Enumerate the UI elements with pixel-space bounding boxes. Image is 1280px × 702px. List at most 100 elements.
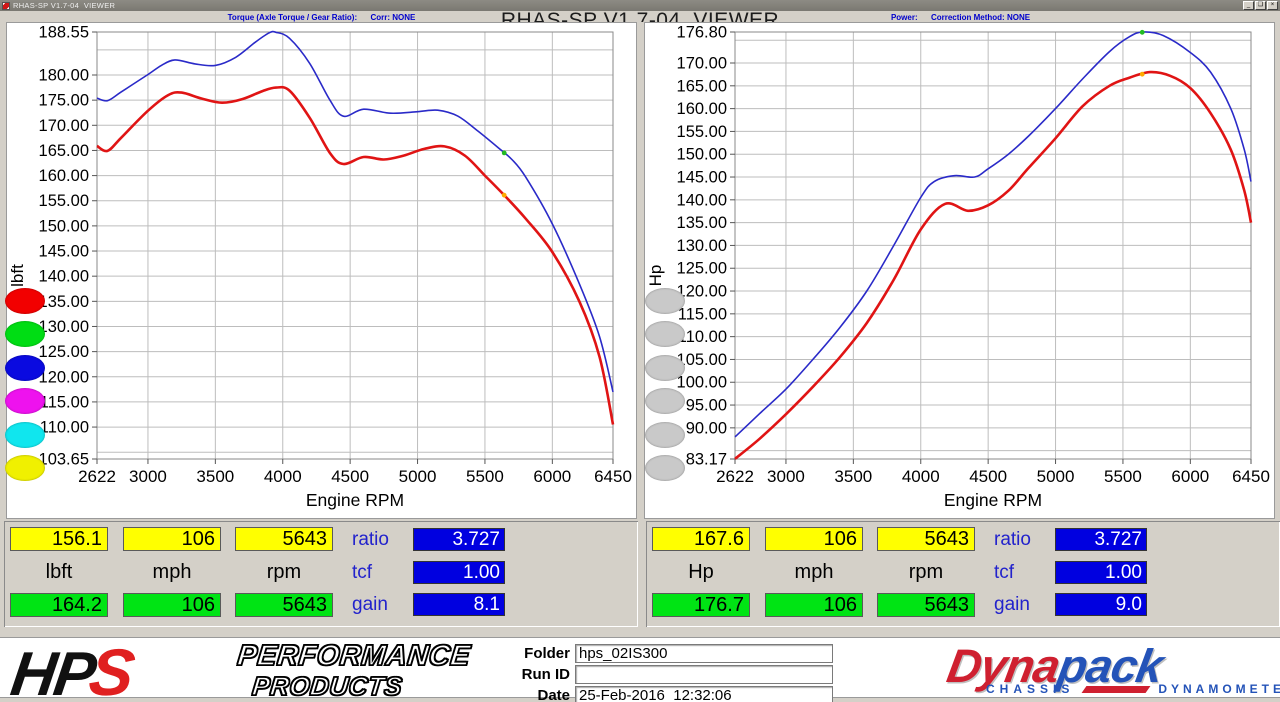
run-select-oval[interactable] <box>645 421 685 448</box>
run-select-oval[interactable] <box>5 388 45 415</box>
tcf-value: 1.00 <box>413 561 505 584</box>
hps-logo: HPS <box>7 634 140 702</box>
hps-tagline: PERFORMANCE PRODUCTS <box>233 639 473 702</box>
svg-text:5500: 5500 <box>466 467 504 486</box>
svg-text:4000: 4000 <box>902 467 940 486</box>
svg-text:4500: 4500 <box>969 467 1007 486</box>
svg-text:140.00: 140.00 <box>677 191 727 209</box>
svg-text:135.00: 135.00 <box>39 293 89 311</box>
svg-text:115.00: 115.00 <box>40 393 89 411</box>
svg-text:176.80: 176.80 <box>677 24 727 42</box>
run-id-input[interactable] <box>575 664 833 684</box>
svg-text:4000: 4000 <box>264 467 302 486</box>
svg-text:3000: 3000 <box>767 467 805 486</box>
svg-text:103.65: 103.65 <box>39 451 89 469</box>
folder-input[interactable] <box>575 643 833 663</box>
run-select-oval[interactable] <box>5 354 45 381</box>
ratio-value: 3.727 <box>413 528 505 551</box>
svg-text:2622: 2622 <box>78 467 116 486</box>
svg-text:5000: 5000 <box>1037 467 1075 486</box>
svg-text:135.00: 135.00 <box>677 214 727 232</box>
torque-unit-label: lbft <box>45 561 73 583</box>
torque-gain-value: 164.2 <box>10 593 108 617</box>
plot: 176.80 170.00 165.00 160.00 155.00 150.00 145.… <box>646 24 1270 511</box>
run-select-oval[interactable] <box>645 354 685 381</box>
cursor-marker <box>1139 71 1145 77</box>
svg-text:125.00: 125.00 <box>677 260 727 278</box>
svg-text:5500: 5500 <box>1104 467 1142 486</box>
rpm-unit-label: rpm <box>908 561 944 583</box>
cursor-marker <box>501 192 507 198</box>
svg-text:120.00: 120.00 <box>39 368 89 386</box>
torque-chart: 188.55 180.00 175.00 170.00 165.00 160.00 155.… <box>6 22 637 519</box>
svg-text:130.00: 130.00 <box>39 318 89 336</box>
date-label: Date <box>537 686 570 702</box>
gain-label: gain <box>994 594 1030 615</box>
current-run-torque <box>96 85 615 425</box>
run-select-oval[interactable] <box>645 388 685 415</box>
gain-run-power <box>734 31 1252 438</box>
rpm-unit-label: rpm <box>266 561 302 583</box>
power-chart: 176.80 170.00 165.00 160.00 155.00 150.00 145.… <box>644 22 1275 519</box>
gain-label: gain <box>352 594 388 615</box>
svg-text:155.00: 155.00 <box>39 192 89 210</box>
svg-text:6450: 6450 <box>1232 467 1270 486</box>
torque-cursor-speed: 106 <box>123 527 221 551</box>
footer-bar: HPS PERFORMANCE PRODUCTS Folder Run ID D… <box>0 635 1280 702</box>
current-run-power <box>734 70 1253 460</box>
torque-cursor-rpm: 5643 <box>235 527 333 551</box>
svg-text:175.00: 175.00 <box>39 92 89 110</box>
svg-text:180.00: 180.00 <box>39 67 89 85</box>
ratio-value: 3.727 <box>1055 528 1147 551</box>
plot: 188.55 180.00 175.00 170.00 165.00 160.00 155.… <box>8 24 632 511</box>
gain-value: 9.0 <box>1055 593 1147 616</box>
svg-text:3000: 3000 <box>129 467 167 486</box>
power-chart-header: Power: Correction Method: NONE <box>890 13 1031 22</box>
date-input[interactable] <box>575 685 833 702</box>
run-select-oval[interactable] <box>645 288 685 314</box>
svg-text:160.00: 160.00 <box>39 167 89 185</box>
svg-text:6000: 6000 <box>533 467 571 486</box>
svg-text:6450: 6450 <box>594 467 632 486</box>
ratio-label: ratio <box>994 529 1031 550</box>
hps-logo-s: S <box>84 635 140 702</box>
cursor-marker <box>1139 29 1145 35</box>
y-axis-label: Hp <box>646 265 665 287</box>
tcf-label: tcf <box>352 562 373 583</box>
svg-text:6000: 6000 <box>1171 467 1209 486</box>
svg-text:188.55: 188.55 <box>39 24 89 42</box>
speed-unit-label: mph <box>152 561 192 583</box>
torque-readout-panel: 156.1 106 5643 lbft mph rpm 164.2 106 56… <box>4 521 638 627</box>
gain-run-torque <box>96 30 614 393</box>
svg-text:160.00: 160.00 <box>677 100 727 118</box>
torque-cursor-value: 156.1 <box>10 527 108 551</box>
run-select-oval[interactable] <box>645 455 685 481</box>
svg-text:145.00: 145.00 <box>39 243 89 261</box>
y-axis-label: lbft <box>8 264 27 287</box>
power-readout-panel: 167.6 106 5643 Hp mph rpm 176.7 106 5643… <box>646 521 1280 627</box>
dynapack-dynamometers: DYNAMOMETERS <box>1158 682 1280 696</box>
power-cursor-rpm: 5643 <box>877 527 975 551</box>
power-gain-value: 176.7 <box>652 593 750 617</box>
svg-text:125.00: 125.00 <box>39 343 89 361</box>
hps-logo-hp: HP <box>6 640 99 702</box>
svg-text:115.00: 115.00 <box>678 305 727 323</box>
run-select-oval[interactable] <box>5 455 45 481</box>
svg-text:90.00: 90.00 <box>686 419 727 437</box>
torque-chart-header: Torque (Axle Torque / Gear Ratio): Corr:… <box>227 13 416 22</box>
run-select-oval[interactable] <box>5 288 45 314</box>
svg-text:165.00: 165.00 <box>677 77 727 95</box>
torque-gain-speed: 106 <box>123 593 221 617</box>
ratio-label: ratio <box>352 529 389 550</box>
run-id-label: Run ID <box>521 665 570 683</box>
svg-text:170.00: 170.00 <box>39 117 89 135</box>
svg-text:5000: 5000 <box>399 467 437 486</box>
svg-text:100.00: 100.00 <box>677 374 727 392</box>
run-select-oval[interactable] <box>5 421 45 448</box>
cursor-marker <box>501 150 507 156</box>
svg-text:110.00: 110.00 <box>40 419 89 437</box>
svg-text:165.00: 165.00 <box>39 142 89 160</box>
power-cursor-speed: 106 <box>765 527 863 551</box>
speed-unit-label: mph <box>794 561 834 583</box>
power-cursor-value: 167.6 <box>652 527 750 551</box>
